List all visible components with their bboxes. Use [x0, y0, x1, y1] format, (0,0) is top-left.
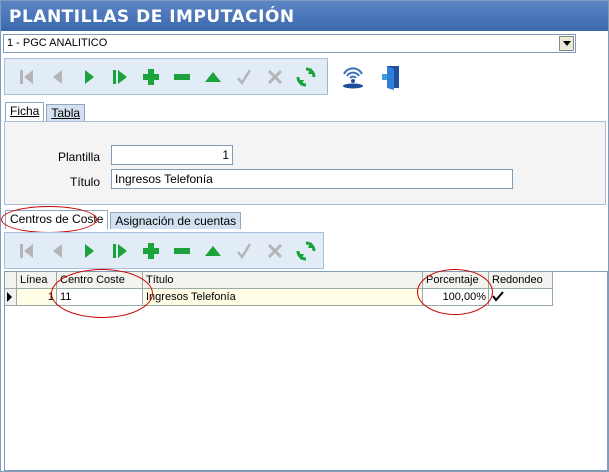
row-selector-header	[5, 272, 17, 289]
cell-centro-coste[interactable]: 11	[57, 289, 143, 306]
last-icon	[112, 69, 127, 84]
dropdown-arrow-button[interactable]	[559, 36, 574, 51]
last-record-button[interactable]	[104, 61, 135, 92]
refresh-icon	[296, 241, 315, 260]
grid-last-button[interactable]	[104, 235, 135, 266]
delete-icon	[173, 73, 190, 80]
grid-add-button[interactable]	[135, 235, 166, 266]
grid-confirm-button[interactable]	[228, 235, 259, 266]
cell-titulo[interactable]: Ingresos Telefonía	[143, 289, 423, 306]
checkmark-icon	[492, 291, 504, 302]
cancel-icon	[267, 69, 282, 84]
column-header-porcentaje[interactable]: Porcentaje	[423, 272, 489, 289]
grid-first-button[interactable]	[11, 235, 42, 266]
next-record-button[interactable]	[73, 61, 104, 92]
confirm-icon	[236, 68, 251, 85]
top-tabs: Ficha Tabla	[5, 102, 87, 121]
refresh-icon	[296, 67, 315, 86]
grid-next-button[interactable]	[73, 235, 104, 266]
grid-header: Línea Centro Coste Título Porcentaje Red…	[5, 272, 553, 289]
add-icon	[142, 242, 159, 259]
connection-button[interactable]	[337, 61, 368, 92]
next-icon	[84, 243, 94, 258]
bottom-tabs: Centros de Coste Asignación de cuentas	[5, 210, 243, 229]
prev-icon	[52, 69, 62, 84]
cell-redondeo[interactable]	[489, 289, 553, 306]
main-toolbar	[4, 58, 328, 95]
prev-record-button[interactable]	[42, 61, 73, 92]
grid-cancel-button[interactable]	[259, 235, 290, 266]
template-selector-value: 1 - PGC ANALITICO	[7, 37, 108, 49]
plantilla-label: Plantilla	[57, 150, 100, 164]
row-pointer-icon	[7, 292, 12, 302]
first-record-button[interactable]	[11, 61, 42, 92]
first-icon	[19, 243, 33, 258]
column-header-titulo[interactable]: Título	[143, 272, 423, 289]
edit-record-button[interactable]	[197, 61, 228, 92]
titulo-label: Título	[69, 175, 100, 189]
grid-refresh-button[interactable]	[290, 235, 321, 266]
row-selector[interactable]	[5, 289, 17, 306]
grid-edit-button[interactable]	[197, 235, 228, 266]
toolbar-separator	[327, 62, 329, 92]
confirm-button[interactable]	[228, 61, 259, 92]
cancel-button[interactable]	[259, 61, 290, 92]
ficha-panel: Plantilla 1 Título Ingresos Telefonía	[4, 121, 606, 205]
column-header-linea[interactable]: Línea	[17, 272, 57, 289]
add-record-button[interactable]	[135, 61, 166, 92]
window-title: PLANTILLAS DE IMPUTACIÓN	[1, 1, 608, 31]
plantilla-field[interactable]: 1	[111, 145, 233, 165]
delete-record-button[interactable]	[166, 61, 197, 92]
grid-toolbar	[4, 232, 324, 269]
cell-porcentaje[interactable]: 100,00%	[423, 289, 489, 306]
confirm-icon	[236, 242, 251, 259]
tab-tabla[interactable]: Tabla	[46, 104, 86, 121]
centros-coste-grid: Línea Centro Coste Título Porcentaje Red…	[4, 271, 608, 471]
delete-icon	[173, 247, 190, 254]
last-icon	[112, 243, 127, 258]
cell-linea[interactable]: 1	[17, 289, 57, 306]
signal-icon	[342, 66, 363, 88]
tab-ficha[interactable]: Ficha	[5, 102, 45, 121]
tab-asignacion-de-cuentas[interactable]: Asignación de cuentas	[110, 212, 242, 229]
grid-delete-button[interactable]	[166, 235, 197, 266]
titulo-field[interactable]: Ingresos Telefonía	[111, 169, 513, 189]
exit-button[interactable]	[375, 61, 406, 92]
exit-door-icon	[381, 65, 399, 90]
main-window: PLANTILLAS DE IMPUTACIÓN 1 - PGC ANALITI…	[0, 0, 609, 472]
refresh-button[interactable]	[290, 61, 321, 92]
table-row[interactable]: 1 11 Ingresos Telefonía 100,00%	[5, 289, 553, 306]
first-icon	[19, 69, 33, 84]
column-header-centro-coste[interactable]: Centro Coste	[57, 272, 143, 289]
prev-icon	[52, 243, 62, 258]
edit-icon	[204, 245, 221, 256]
chevron-down-icon	[562, 41, 571, 46]
cancel-icon	[267, 243, 282, 258]
grid-prev-button[interactable]	[42, 235, 73, 266]
add-icon	[142, 68, 159, 85]
column-header-redondeo[interactable]: Redondeo	[489, 272, 553, 289]
tab-centros-de-coste[interactable]: Centros de Coste	[5, 210, 109, 229]
edit-icon	[204, 71, 221, 82]
next-icon	[84, 69, 94, 84]
template-selector[interactable]: 1 - PGC ANALITICO	[3, 34, 576, 53]
